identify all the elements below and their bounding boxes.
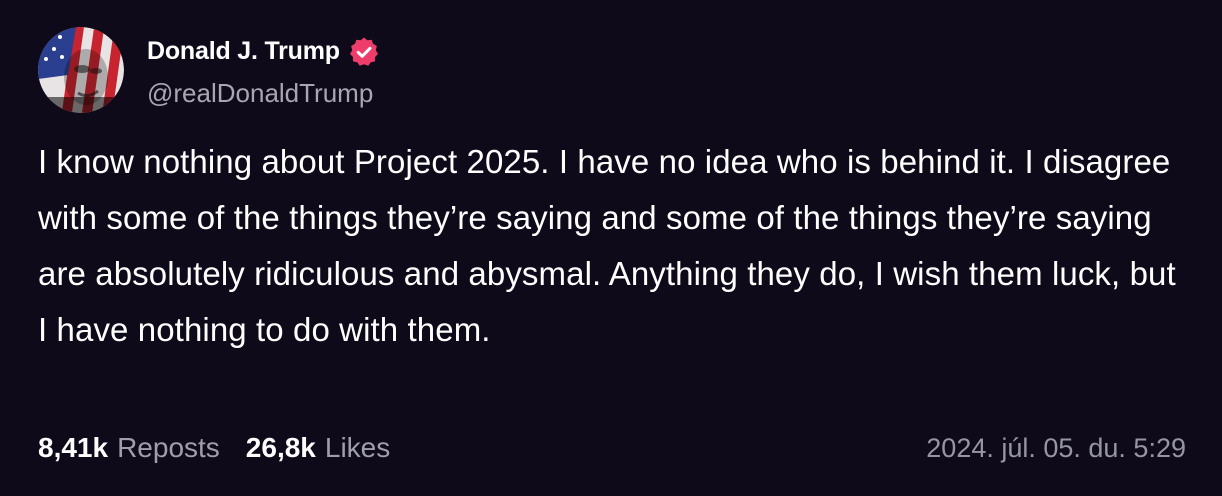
likes-stat[interactable]: 26,8k Likes — [246, 432, 390, 464]
avatar-image — [38, 27, 124, 113]
post-card: Donald J. Trump @realDonaldTrump I know … — [0, 0, 1222, 496]
author-names: Donald J. Trump @realDonaldTrump — [147, 32, 380, 109]
verified-badge-icon — [348, 36, 380, 68]
author-display-name[interactable]: Donald J. Trump — [147, 37, 340, 66]
likes-count: 26,8k — [245, 432, 316, 463]
likes-label: Likes — [324, 432, 391, 463]
post-footer: 8,41k Reposts 26,8k Likes 2024. júl. 05.… — [38, 428, 1186, 468]
post-timestamp[interactable]: 2024. júl. 05. du. 5:29 — [926, 433, 1186, 464]
author-handle[interactable]: @realDonaldTrump — [147, 78, 380, 109]
reposts-label: Reposts — [117, 432, 220, 463]
reposts-stat[interactable]: 8,41k Reposts — [38, 432, 220, 464]
display-name-row: Donald J. Trump — [147, 32, 380, 72]
avatar[interactable] — [38, 27, 124, 113]
post-text: I know nothing about Project 2025. I hav… — [38, 143, 1176, 348]
post-header: Donald J. Trump @realDonaldTrump — [38, 27, 380, 113]
reposts-count: 8,41k — [38, 432, 109, 463]
